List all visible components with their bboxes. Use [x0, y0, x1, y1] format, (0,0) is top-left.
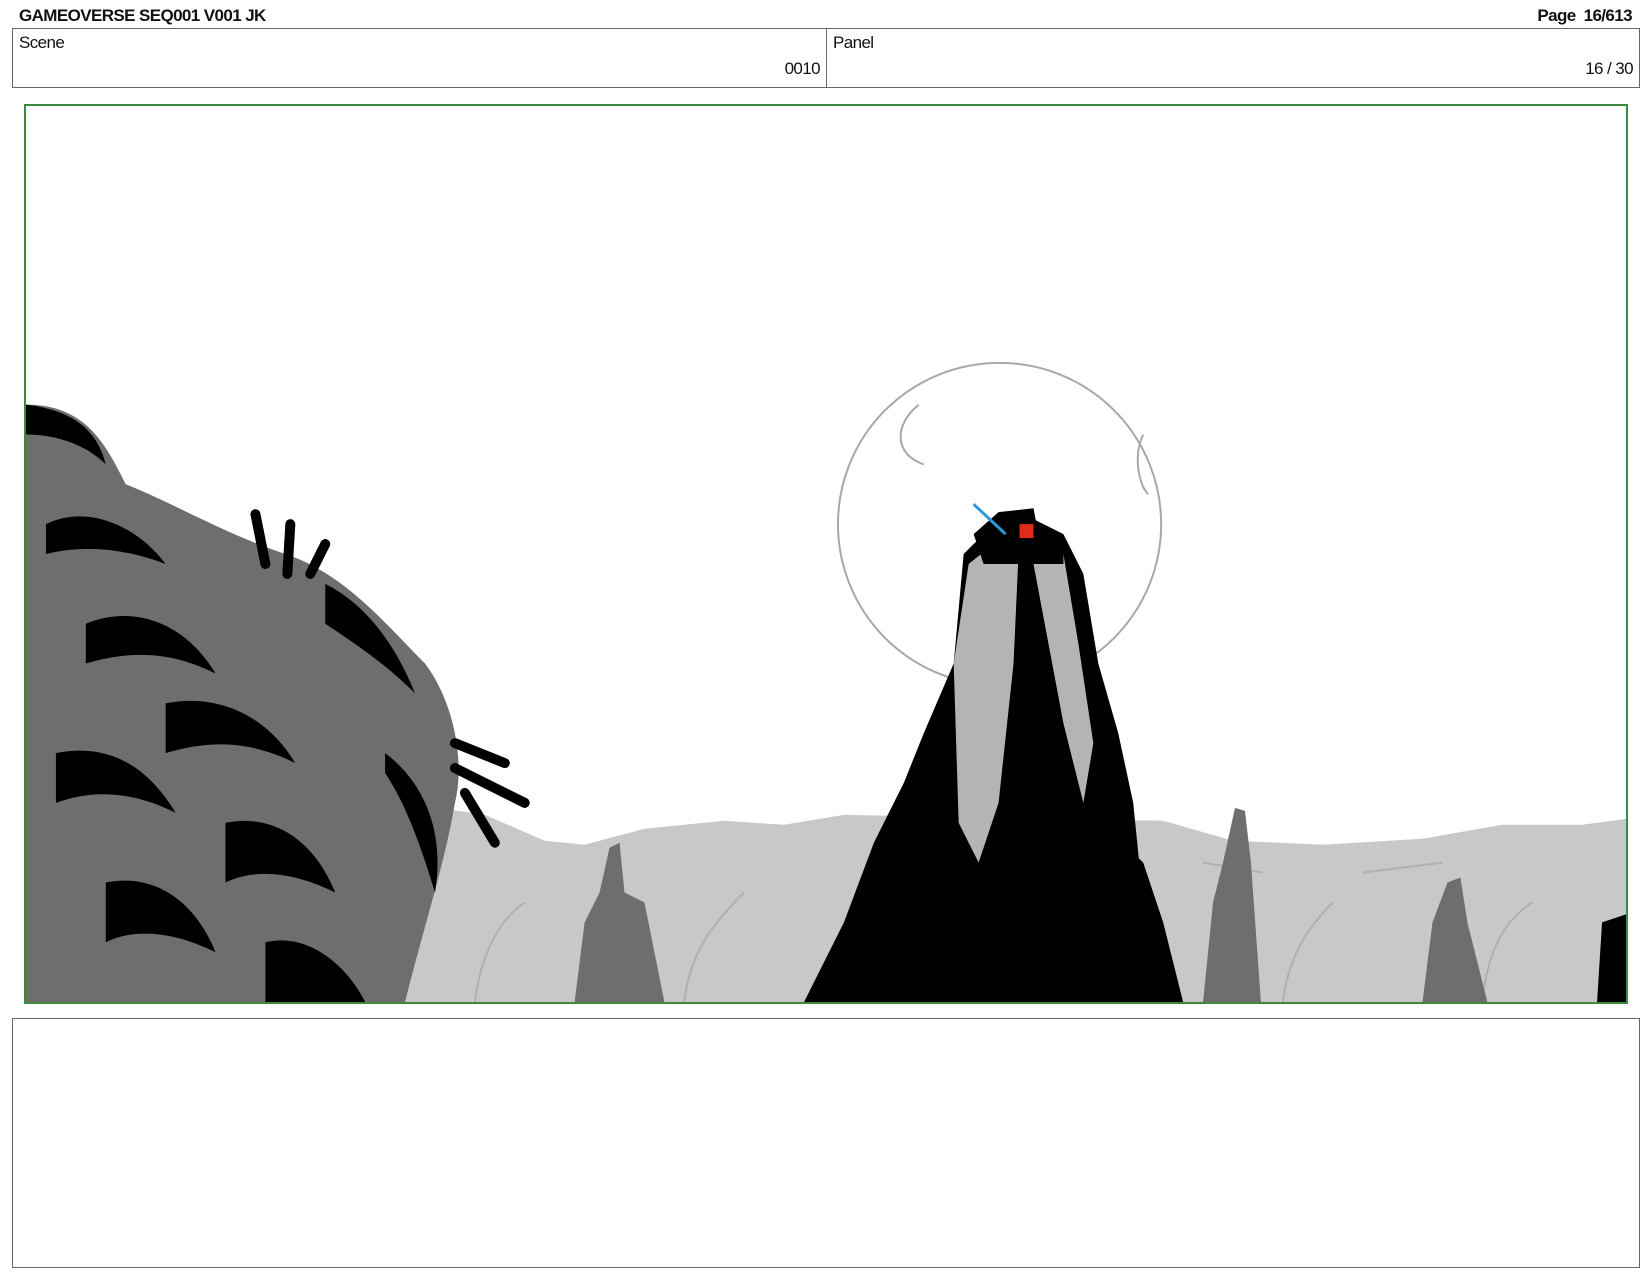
- panel-cell: Panel 16 / 30: [827, 29, 1639, 87]
- scene-label: Scene: [19, 33, 65, 52]
- page-counter: Page 16/613: [1537, 6, 1632, 26]
- scene-cell: Scene 0010: [13, 29, 827, 87]
- page-label: Page: [1537, 6, 1576, 25]
- scene-value: 0010: [784, 59, 821, 78]
- panel-value: 16 / 30: [1585, 59, 1633, 78]
- page-number: 16/613: [1583, 6, 1633, 25]
- storyboard-drawing: [26, 361, 1626, 1002]
- info-bar: Scene 0010 Panel 16 / 30: [12, 28, 1640, 88]
- foreground-creature: [26, 404, 459, 1002]
- moon-crater: [899, 403, 925, 466]
- moon-crater-2: [1136, 434, 1149, 495]
- storyboard-frame: [24, 104, 1628, 1004]
- document-title: GAMEOVERSE SEQ001 V001 JK: [19, 6, 266, 25]
- figure-red: [1019, 524, 1034, 539]
- panel-label: Panel: [833, 33, 874, 52]
- notes-box[interactable]: [12, 1018, 1640, 1268]
